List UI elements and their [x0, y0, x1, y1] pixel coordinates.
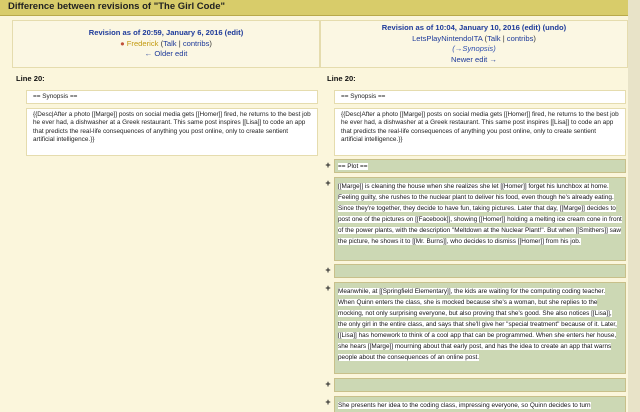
diff-title-bar: Difference between revisions of "The Gir…	[0, 0, 640, 16]
added-line-marker: +	[325, 265, 331, 275]
added-text: Meanwhile, at [[Springfield Elementary]]…	[338, 288, 617, 361]
newer-edit-link[interactable]: Newer edit →	[451, 55, 497, 64]
left-talk-link[interactable]: Talk	[163, 39, 177, 48]
added-line-paragraph: She presents her idea to the coding clas…	[334, 396, 626, 412]
right-context-synopsis-header: == Synopsis ==	[334, 90, 626, 104]
right-context-synopsis-text: {{Desc|After a photo [[Marge]] posts on …	[334, 108, 626, 156]
right-revision-link[interactable]: Revision as of 10:04, January 10, 2016 (…	[382, 23, 566, 32]
added-line-plot-header: == Plot ==	[334, 159, 626, 173]
added-line-paragraph: Meanwhile, at [[Springfield Elementary]]…	[334, 282, 626, 374]
left-revision-link[interactable]: Revision as of 20:59, January 6, 2016 (e…	[89, 28, 243, 37]
left-user-link[interactable]: Frederick	[127, 39, 159, 48]
added-line-marker: +	[325, 283, 331, 293]
right-line-number: Line 20:	[327, 74, 356, 83]
added-text: [[Marge]] is cleaning the house when she…	[338, 183, 622, 245]
right-revision-header: Revision as of 10:04, January 10, 2016 (…	[320, 20, 628, 68]
added-line-marker: +	[325, 379, 331, 389]
page-scrollbar[interactable]	[628, 0, 640, 412]
page-title: Difference between revisions of "The Gir…	[8, 1, 226, 12]
added-text: == Plot ==	[338, 163, 368, 170]
added-line-empty	[334, 264, 626, 278]
added-text: She presents her idea to the coding clas…	[338, 402, 591, 409]
right-talk-link[interactable]: Talk	[487, 34, 501, 43]
left-contribs-link[interactable]: contribs	[183, 39, 210, 48]
added-line-paragraph: [[Marge]] is cleaning the house when she…	[334, 177, 626, 261]
added-line-empty	[334, 378, 626, 392]
right-user-link[interactable]: LetsPlayNintendoITA	[412, 34, 482, 43]
older-edit-link[interactable]: ← Older edit	[145, 49, 188, 58]
user-icon: ●	[120, 38, 125, 48]
added-line-marker: +	[325, 178, 331, 188]
left-context-synopsis-header: == Synopsis ==	[26, 90, 318, 104]
left-context-synopsis-text: {{Desc|After a photo [[Marge]] posts on …	[26, 108, 318, 156]
added-line-marker: +	[325, 397, 331, 407]
right-contribs-link[interactable]: contribs	[507, 34, 534, 43]
edit-summary: (→Synopsis)	[452, 44, 496, 53]
left-revision-header: Revision as of 20:59, January 6, 2016 (e…	[12, 20, 320, 68]
added-line-marker: +	[325, 160, 331, 170]
left-line-number: Line 20:	[16, 74, 45, 83]
